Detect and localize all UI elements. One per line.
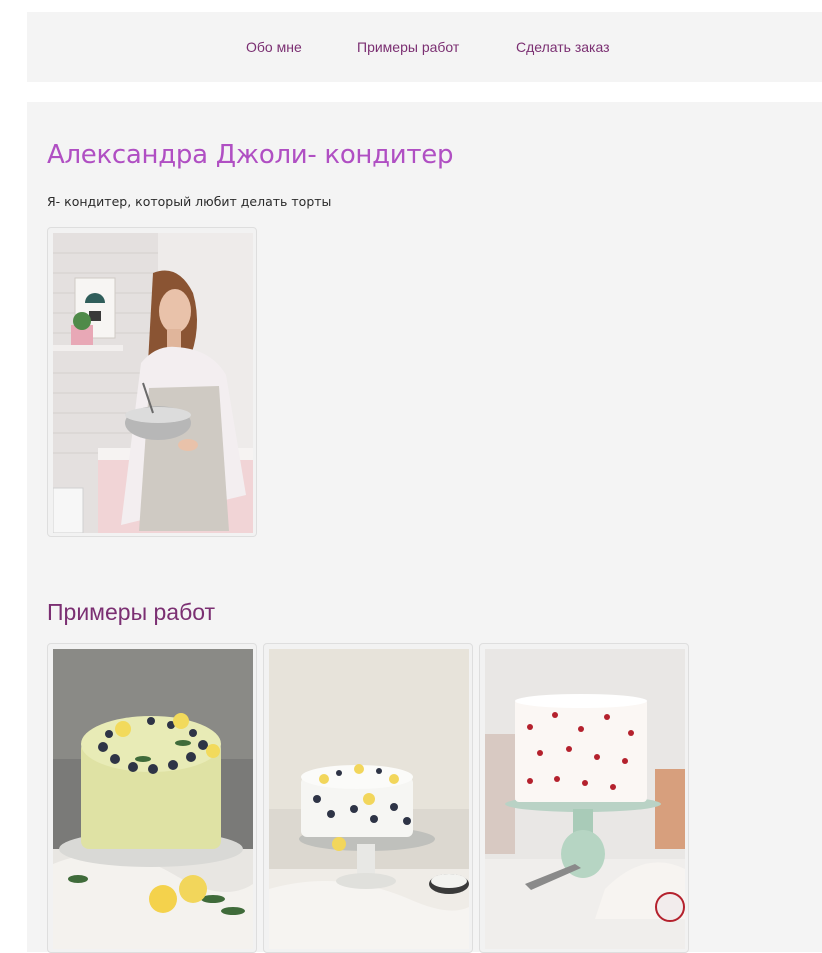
lemon-blueberry-cake-photo (53, 649, 253, 949)
main-content: Александра Джоли- кондитер Я- кондитер, … (27, 102, 822, 953)
nav-link-order[interactable]: Сделать заказ (516, 39, 610, 55)
top-navigation: Обо мне Примеры работ Сделать заказ (27, 12, 822, 82)
portrait-card (47, 227, 257, 537)
works-section-title: Примеры работ (47, 599, 216, 625)
portrait-illustration (53, 233, 253, 533)
nav-link-works[interactable]: Примеры работ (357, 39, 459, 55)
lemon-berry-cake-on-stand-photo (269, 649, 469, 949)
page-title: Александра Джоли- кондитер (47, 140, 454, 170)
work-card (263, 643, 473, 953)
portrait-photo (53, 233, 253, 533)
work-photo-berry-cake (269, 649, 469, 949)
nav-link-about[interactable]: Обо мне (246, 39, 302, 55)
work-photo-heart-cake (485, 649, 685, 949)
work-card (47, 643, 257, 953)
intro-text: Я- кондитер, который любит делать торты (47, 194, 332, 209)
heart-cake-on-stand-photo (485, 649, 685, 949)
work-card (479, 643, 689, 953)
work-photo-lemon-cake (53, 649, 253, 949)
